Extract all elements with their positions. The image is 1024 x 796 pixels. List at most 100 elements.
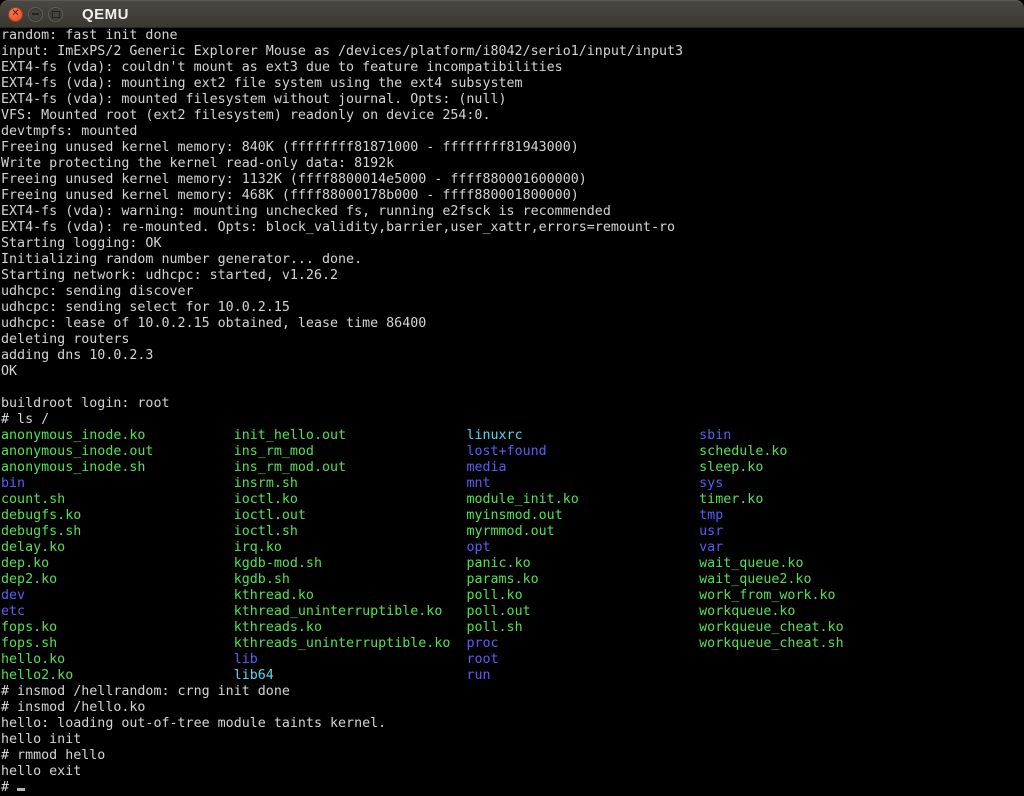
ls-entry: poll.ko [466, 588, 522, 603]
ls-entry: lost+found [466, 444, 546, 459]
close-icon: ✕ [11, 9, 19, 19]
terminal-line: EXT4-fs (vda): re-mounted. Opts: block_v… [1, 220, 1024, 236]
ls-entry: hello2.ko [1, 668, 73, 683]
ls-output-row: delay.ko irq.ko opt var [1, 540, 1024, 556]
ls-entry: kthreads.ko [234, 620, 322, 635]
minimize-button[interactable] [28, 7, 43, 22]
ls-entry: kthread_uninterruptible.ko [234, 604, 443, 619]
ls-entry: myinsmod.out [466, 508, 562, 523]
terminal-line: # ls / [1, 412, 1024, 428]
ls-entry: debugfs.sh [1, 524, 81, 539]
terminal-line: devtmpfs: mounted [1, 124, 1024, 140]
close-button[interactable]: ✕ [8, 7, 23, 22]
terminal-line: VFS: Mounted root (ext2 filesystem) read… [1, 108, 1024, 124]
terminal-line: OK [1, 364, 1024, 380]
ls-entry: sys [699, 476, 723, 491]
ls-entry: work_from_work.ko [699, 588, 835, 603]
ls-entry: run [466, 668, 490, 683]
ls-entry: etc [1, 604, 25, 619]
ls-entry: opt [466, 540, 490, 555]
window-title: QEMU [82, 7, 129, 22]
ls-entry: fops.sh [1, 636, 57, 651]
ls-entry: kgdb-mod.sh [234, 556, 322, 571]
terminal-line: EXT4-fs (vda): mounted filesystem withou… [1, 92, 1024, 108]
ls-entry: var [699, 540, 723, 555]
terminal-line: EXT4-fs (vda): mounting ext2 file system… [1, 76, 1024, 92]
ls-entry: dep.ko [1, 556, 49, 571]
ls-entry: ioctl.ko [234, 492, 298, 507]
ls-entry: kthread.ko [234, 588, 314, 603]
ls-output-row: hello2.ko lib64 run [1, 668, 1024, 684]
ls-entry: sleep.ko [699, 460, 763, 475]
ls-entry: ins_rm_mod.out [234, 460, 346, 475]
terminal-line: hello exit [1, 764, 1024, 780]
ls-entry: kgdb.sh [234, 572, 290, 587]
terminal-line: Starting network: udhcpc: started, v1.26… [1, 268, 1024, 284]
terminal-line: Write protecting the kernel read-only da… [1, 156, 1024, 172]
ls-output-row: debugfs.ko ioctl.out myinsmod.out tmp [1, 508, 1024, 524]
terminal-line: # insmod /hello.ko [1, 700, 1024, 716]
ls-entry: tmp [699, 508, 723, 523]
ls-entry: sbin [699, 428, 731, 443]
ls-output-row: anonymous_inode.out ins_rm_mod lost+foun… [1, 444, 1024, 460]
ls-entry: module_init.ko [466, 492, 578, 507]
qemu-window: ✕ QEMU random: fast init doneinput: ImEx… [0, 0, 1024, 796]
ls-output-row: hello.ko lib root [1, 652, 1024, 668]
ls-entry: anonymous_inode.sh [1, 460, 145, 475]
terminal-screen[interactable]: random: fast init doneinput: ImExPS/2 Ge… [0, 28, 1024, 796]
ls-entry: linuxrc [466, 428, 522, 443]
maximize-button[interactable] [48, 7, 63, 22]
minimize-icon [32, 13, 39, 15]
ls-output-row: fops.ko kthreads.ko poll.sh workqueue_ch… [1, 620, 1024, 636]
ls-entry: init_hello.out [234, 428, 346, 443]
ls-output-row: etc kthread_uninterruptible.ko poll.out … [1, 604, 1024, 620]
terminal-line: Freeing unused kernel memory: 840K (ffff… [1, 140, 1024, 156]
ls-entry: workqueue_cheat.ko [699, 620, 843, 635]
ls-entry: workqueue_cheat.sh [699, 636, 843, 651]
ls-entry: panic.ko [466, 556, 530, 571]
ls-entry: ioctl.out [234, 508, 306, 523]
terminal-line: # rmmod hello [1, 748, 1024, 764]
shell-prompt: # [1, 780, 17, 795]
ls-output-row: dev kthread.ko poll.ko work_from_work.ko [1, 588, 1024, 604]
terminal-line: hello: loading out-of-tree module taints… [1, 716, 1024, 732]
prompt-line: # [1, 780, 1024, 796]
window-titlebar[interactable]: ✕ QEMU [0, 0, 1024, 28]
terminal-line [1, 380, 1024, 396]
ls-entry: delay.ko [1, 540, 65, 555]
ls-entry: proc [466, 636, 498, 651]
terminal-line: random: fast init done [1, 28, 1024, 44]
ls-entry: dev [1, 588, 25, 603]
ls-entry: wait_queue.ko [699, 556, 803, 571]
ls-entry: ins_rm_mod [234, 444, 314, 459]
terminal-cursor [17, 788, 25, 791]
ls-entry: media [466, 460, 506, 475]
ls-output-row: anonymous_inode.sh ins_rm_mod.out media … [1, 460, 1024, 476]
ls-entry: hello.ko [1, 652, 65, 667]
ls-output-row: count.sh ioctl.ko module_init.ko timer.k… [1, 492, 1024, 508]
ls-entry: wait_queue2.ko [699, 572, 811, 587]
ls-entry: myrmmod.out [466, 524, 554, 539]
terminal-line: EXT4-fs (vda): couldn't mount as ext3 du… [1, 60, 1024, 76]
ls-entry: irq.ko [234, 540, 282, 555]
terminal-output: random: fast init doneinput: ImExPS/2 Ge… [0, 28, 1024, 796]
terminal-line: buildroot login: root [1, 396, 1024, 412]
ls-entry: schedule.ko [699, 444, 787, 459]
ls-output-row: bin insrm.sh mnt sys [1, 476, 1024, 492]
terminal-line: EXT4-fs (vda): warning: mounting uncheck… [1, 204, 1024, 220]
terminal-line: deleting routers [1, 332, 1024, 348]
terminal-line: udhcpc: sending select for 10.0.2.15 [1, 300, 1024, 316]
terminal-line: # insmod /hellrandom: crng init done [1, 684, 1024, 700]
ls-entry: fops.ko [1, 620, 57, 635]
ls-entry: root [466, 652, 498, 667]
ls-entry: poll.out [466, 604, 530, 619]
terminal-line: udhcpc: lease of 10.0.2.15 obtained, lea… [1, 316, 1024, 332]
ls-entry: anonymous_inode.out [1, 444, 153, 459]
ls-entry: poll.sh [466, 620, 522, 635]
ls-entry: workqueue.ko [699, 604, 795, 619]
ls-entry: timer.ko [699, 492, 763, 507]
ls-entry: ioctl.sh [234, 524, 298, 539]
ls-entry: count.sh [1, 492, 65, 507]
terminal-line: Starting logging: OK [1, 236, 1024, 252]
ls-output-row: fops.sh kthreads_uninterruptible.ko proc… [1, 636, 1024, 652]
